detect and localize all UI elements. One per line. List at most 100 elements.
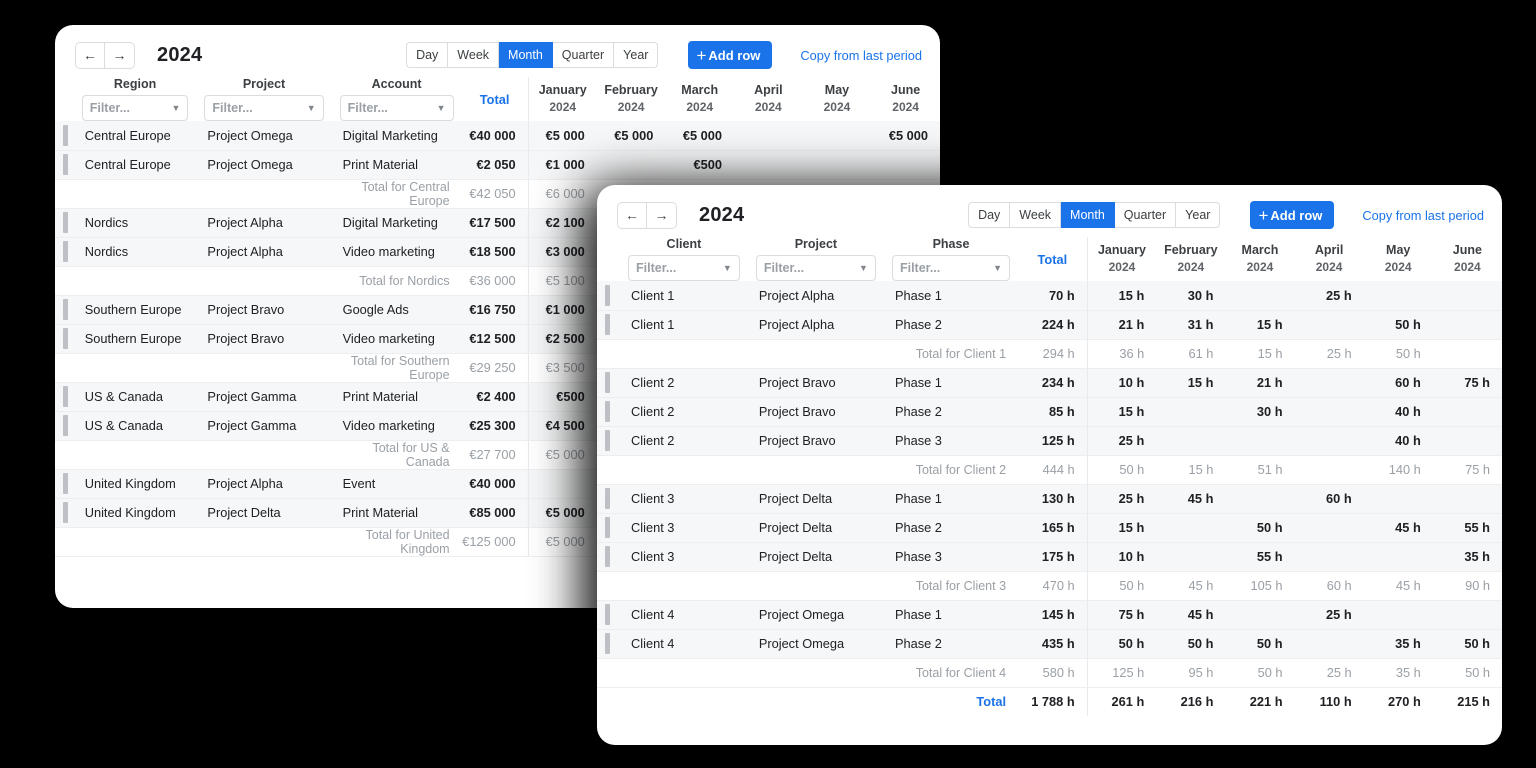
- cell-month-0[interactable]: [527, 469, 597, 499]
- cell-month-0[interactable]: €1 000: [527, 150, 597, 180]
- cell-account[interactable]: Print Material: [331, 382, 462, 412]
- copy-from-last-period-link[interactable]: Copy from last period: [800, 48, 922, 63]
- drag-handle-icon[interactable]: [605, 401, 610, 422]
- cell-month-0[interactable]: 10 h: [1086, 368, 1157, 398]
- cell-month-5[interactable]: [1432, 281, 1502, 311]
- cell-project[interactable]: Project Omega: [747, 629, 884, 659]
- cell-month-3[interactable]: [1294, 368, 1364, 398]
- table-row[interactable]: Client 3 Project Delta Phase 2 165 h 15 h 50 …: [597, 513, 1502, 543]
- cell-month-4[interactable]: 60 h: [1363, 368, 1433, 398]
- drag-handle-icon[interactable]: [63, 473, 68, 494]
- filter-account[interactable]: Filter... ▼: [339, 95, 454, 121]
- cell-project[interactable]: Project Delta: [747, 513, 884, 543]
- drag-handle-icon[interactable]: [63, 299, 68, 320]
- cell-phase[interactable]: Phase 3: [883, 542, 1019, 572]
- cell-region[interactable]: Central Europe: [73, 150, 197, 180]
- cell-client[interactable]: Client 3: [620, 542, 748, 572]
- cell-project[interactable]: Project Bravo: [196, 295, 332, 325]
- cell-month-0[interactable]: 25 h: [1086, 426, 1157, 456]
- cell-month-5[interactable]: 50 h: [1432, 629, 1502, 659]
- cell-month-2[interactable]: [1225, 281, 1295, 311]
- cell-month-5[interactable]: [871, 150, 940, 180]
- copy-from-last-period-link[interactable]: Copy from last period: [1362, 208, 1484, 223]
- cell-month-4[interactable]: 50 h: [1363, 310, 1433, 340]
- cell-account[interactable]: Digital Marketing: [331, 208, 462, 238]
- cell-month-5[interactable]: 75 h: [1432, 368, 1502, 398]
- prev-period-button[interactable]: ←: [617, 201, 647, 229]
- cell-month-2[interactable]: €5 000: [665, 121, 735, 151]
- cell-month-4[interactable]: [1363, 600, 1433, 630]
- cell-phase[interactable]: Phase 3: [883, 426, 1019, 456]
- cell-month-2[interactable]: 50 h: [1225, 513, 1295, 543]
- range-year[interactable]: Year: [614, 42, 659, 68]
- cell-client[interactable]: Client 4: [620, 629, 748, 659]
- drag-handle-icon[interactable]: [605, 546, 610, 567]
- table-row[interactable]: Client 3 Project Delta Phase 3 175 h 10 h 55 …: [597, 542, 1502, 572]
- cell-month-1[interactable]: 50 h: [1156, 629, 1226, 659]
- cell-project[interactable]: Project Bravo: [747, 426, 884, 456]
- cell-month-3[interactable]: 25 h: [1294, 281, 1364, 311]
- cell-region[interactable]: Nordics: [73, 208, 197, 238]
- range-month[interactable]: Month: [499, 42, 553, 68]
- cell-month-3[interactable]: [734, 121, 803, 151]
- cell-client[interactable]: Client 2: [620, 426, 748, 456]
- cell-month-1[interactable]: 45 h: [1156, 484, 1226, 514]
- cell-project[interactable]: Project Omega: [196, 150, 332, 180]
- cell-month-0[interactable]: 25 h: [1086, 484, 1157, 514]
- cell-month-2[interactable]: 15 h: [1225, 310, 1295, 340]
- cell-account[interactable]: Event: [331, 469, 462, 499]
- cell-month-4[interactable]: [1363, 542, 1433, 572]
- cell-project[interactable]: Project Omega: [196, 121, 332, 151]
- cell-project[interactable]: Project Alpha: [196, 208, 332, 238]
- drag-handle-icon[interactable]: [605, 488, 610, 509]
- drag-handle-icon[interactable]: [63, 154, 68, 175]
- cell-month-3[interactable]: [1294, 629, 1364, 659]
- cell-project[interactable]: Project Bravo: [196, 324, 332, 354]
- table-row[interactable]: Client 2 Project Bravo Phase 3 125 h 25 h 40 …: [597, 426, 1502, 456]
- range-month[interactable]: Month: [1061, 202, 1115, 228]
- cell-client[interactable]: Client 2: [620, 368, 748, 398]
- cell-month-1[interactable]: 15 h: [1156, 368, 1226, 398]
- cell-region[interactable]: Nordics: [73, 237, 197, 267]
- drag-handle-icon[interactable]: [605, 372, 610, 393]
- cell-month-5[interactable]: [1432, 310, 1502, 340]
- cell-account[interactable]: Video marketing: [331, 411, 462, 441]
- cell-month-3[interactable]: [1294, 513, 1364, 543]
- cell-project[interactable]: Project Omega: [747, 600, 884, 630]
- cell-month-0[interactable]: 15 h: [1086, 513, 1157, 543]
- drag-handle-icon[interactable]: [605, 604, 610, 625]
- table-row[interactable]: Client 2 Project Bravo Phase 1 234 h 10 h 15 …: [597, 368, 1502, 398]
- next-period-button[interactable]: →: [105, 41, 135, 69]
- cell-client[interactable]: Client 3: [620, 513, 748, 543]
- cell-project[interactable]: Project Alpha: [747, 281, 884, 311]
- range-week[interactable]: Week: [448, 42, 500, 68]
- cell-month-3[interactable]: 60 h: [1294, 484, 1364, 514]
- cell-phase[interactable]: Phase 2: [883, 513, 1019, 543]
- cell-project[interactable]: Project Delta: [747, 484, 884, 514]
- cell-month-0[interactable]: €4 500: [527, 411, 597, 441]
- cell-region[interactable]: Southern Europe: [73, 295, 197, 325]
- cell-month-2[interactable]: [1225, 426, 1295, 456]
- cell-month-4[interactable]: 40 h: [1363, 426, 1433, 456]
- drag-handle-icon[interactable]: [63, 328, 68, 349]
- cell-project[interactable]: Project Alpha: [196, 469, 332, 499]
- cell-month-5[interactable]: [1432, 600, 1502, 630]
- cell-region[interactable]: Central Europe: [73, 121, 197, 151]
- cell-month-3[interactable]: [1294, 426, 1364, 456]
- range-day[interactable]: Day: [968, 202, 1011, 228]
- table-row[interactable]: Client 4 Project Omega Phase 1 145 h 75 h 45 …: [597, 600, 1502, 630]
- cell-month-5[interactable]: 35 h: [1432, 542, 1502, 572]
- cell-phase[interactable]: Phase 1: [883, 484, 1019, 514]
- filter-region[interactable]: Filter... ▼: [81, 95, 189, 121]
- cell-month-2[interactable]: 55 h: [1225, 542, 1295, 572]
- table-row[interactable]: Client 1 Project Alpha Phase 1 70 h 15 h 30 h…: [597, 281, 1502, 311]
- table-row[interactable]: Client 2 Project Bravo Phase 2 85 h 15 h 30 h…: [597, 397, 1502, 427]
- table-row[interactable]: Client 4 Project Omega Phase 2 435 h 50 h 50 …: [597, 629, 1502, 659]
- cell-month-5[interactable]: [1432, 484, 1502, 514]
- cell-phase[interactable]: Phase 2: [883, 310, 1019, 340]
- cell-account[interactable]: Print Material: [331, 150, 462, 180]
- filter-client[interactable]: Filter... ▼: [628, 255, 740, 281]
- range-year[interactable]: Year: [1176, 202, 1221, 228]
- cell-month-4[interactable]: 35 h: [1363, 629, 1433, 659]
- cell-month-1[interactable]: [1156, 426, 1226, 456]
